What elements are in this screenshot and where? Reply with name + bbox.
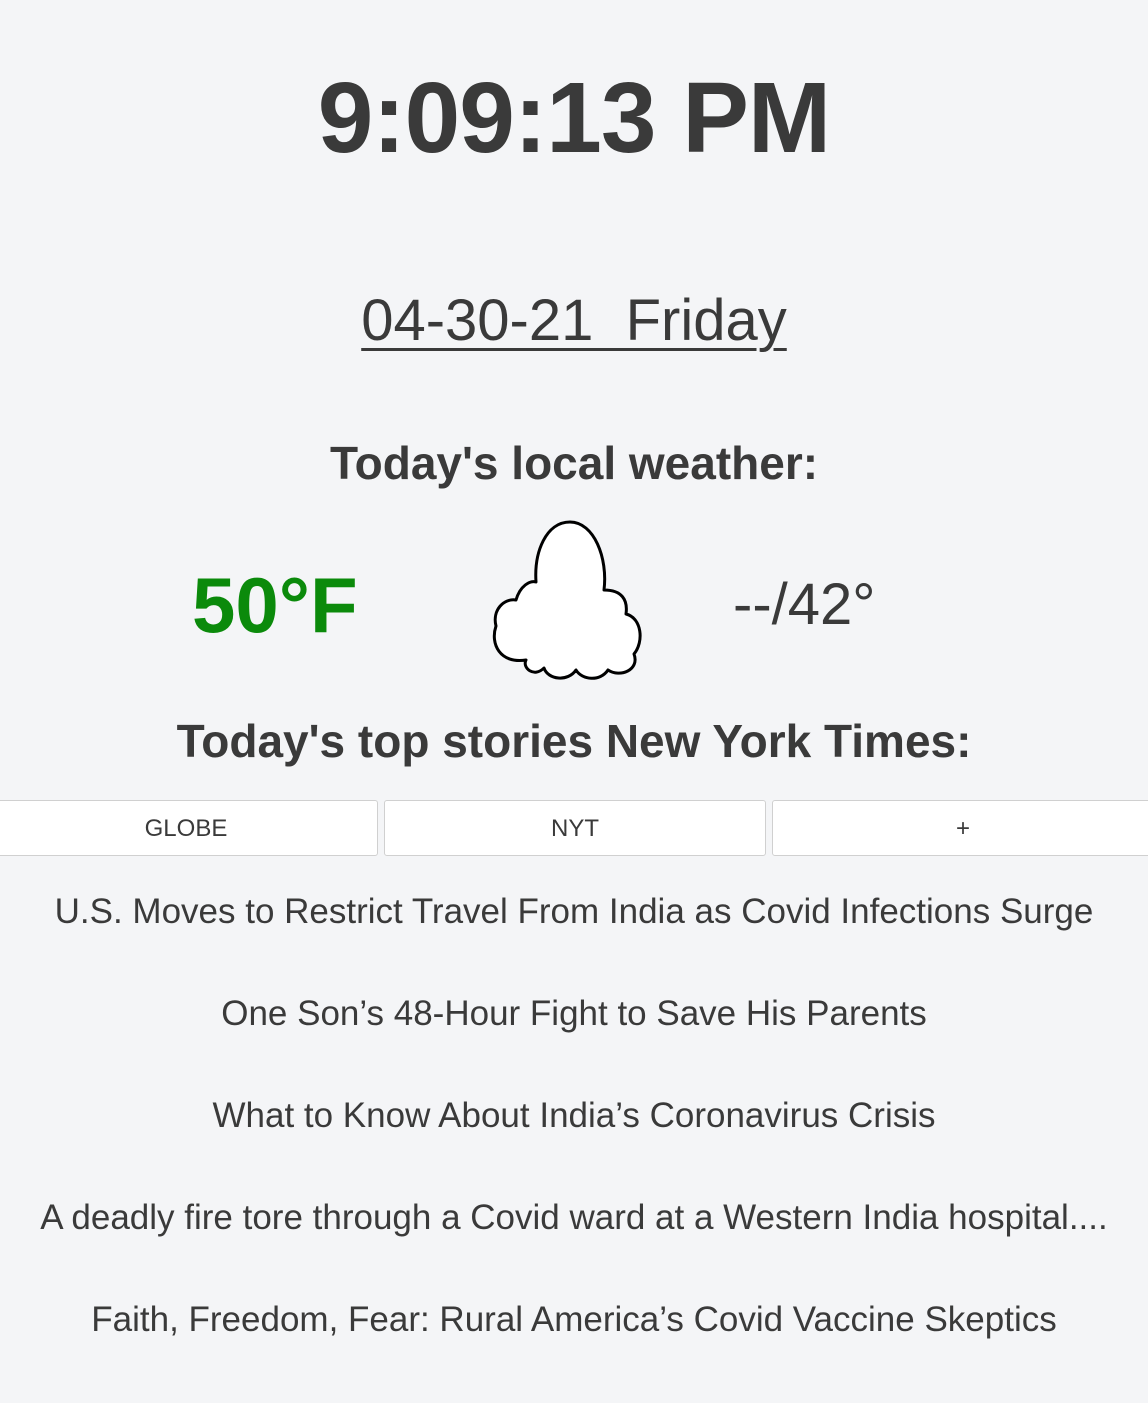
weather-heading: Today's local weather: [329,437,819,489]
dashboard-page: 9:09:13 PM 04-30-21 Friday Today's local… [0,0,1148,1403]
stories-heading: Today's top stories New York Times: [176,715,972,767]
tab-globe[interactable]: GLOBE [0,800,378,856]
story-item[interactable]: Faith, Freedom, Fear: Rural America’s Co… [0,1298,1148,1342]
tab-add[interactable]: + [772,800,1148,856]
story-item[interactable]: What to Know About India’s Coronavirus C… [0,1094,1148,1138]
date-link[interactable]: 04-30-21 Friday [361,288,787,353]
tab-nyt[interactable]: NYT [384,800,766,856]
date-display: 04-30-21 Friday [0,286,1148,356]
high-low-temperature: --/42° [733,572,876,637]
clock-time: 9:09:13 PM [317,62,831,174]
story-item[interactable]: A deadly fire tore through a Covid ward … [0,1196,1148,1240]
story-item[interactable]: U.S. Moves to Restrict Travel From India… [0,890,1148,934]
cloud-icon [490,518,646,682]
story-item[interactable]: One Son’s 48-Hour Fight to Save His Pare… [0,992,1148,1036]
news-source-tabs: GLOBE NYT + [0,800,1148,858]
current-temperature: 50°F [192,561,358,649]
